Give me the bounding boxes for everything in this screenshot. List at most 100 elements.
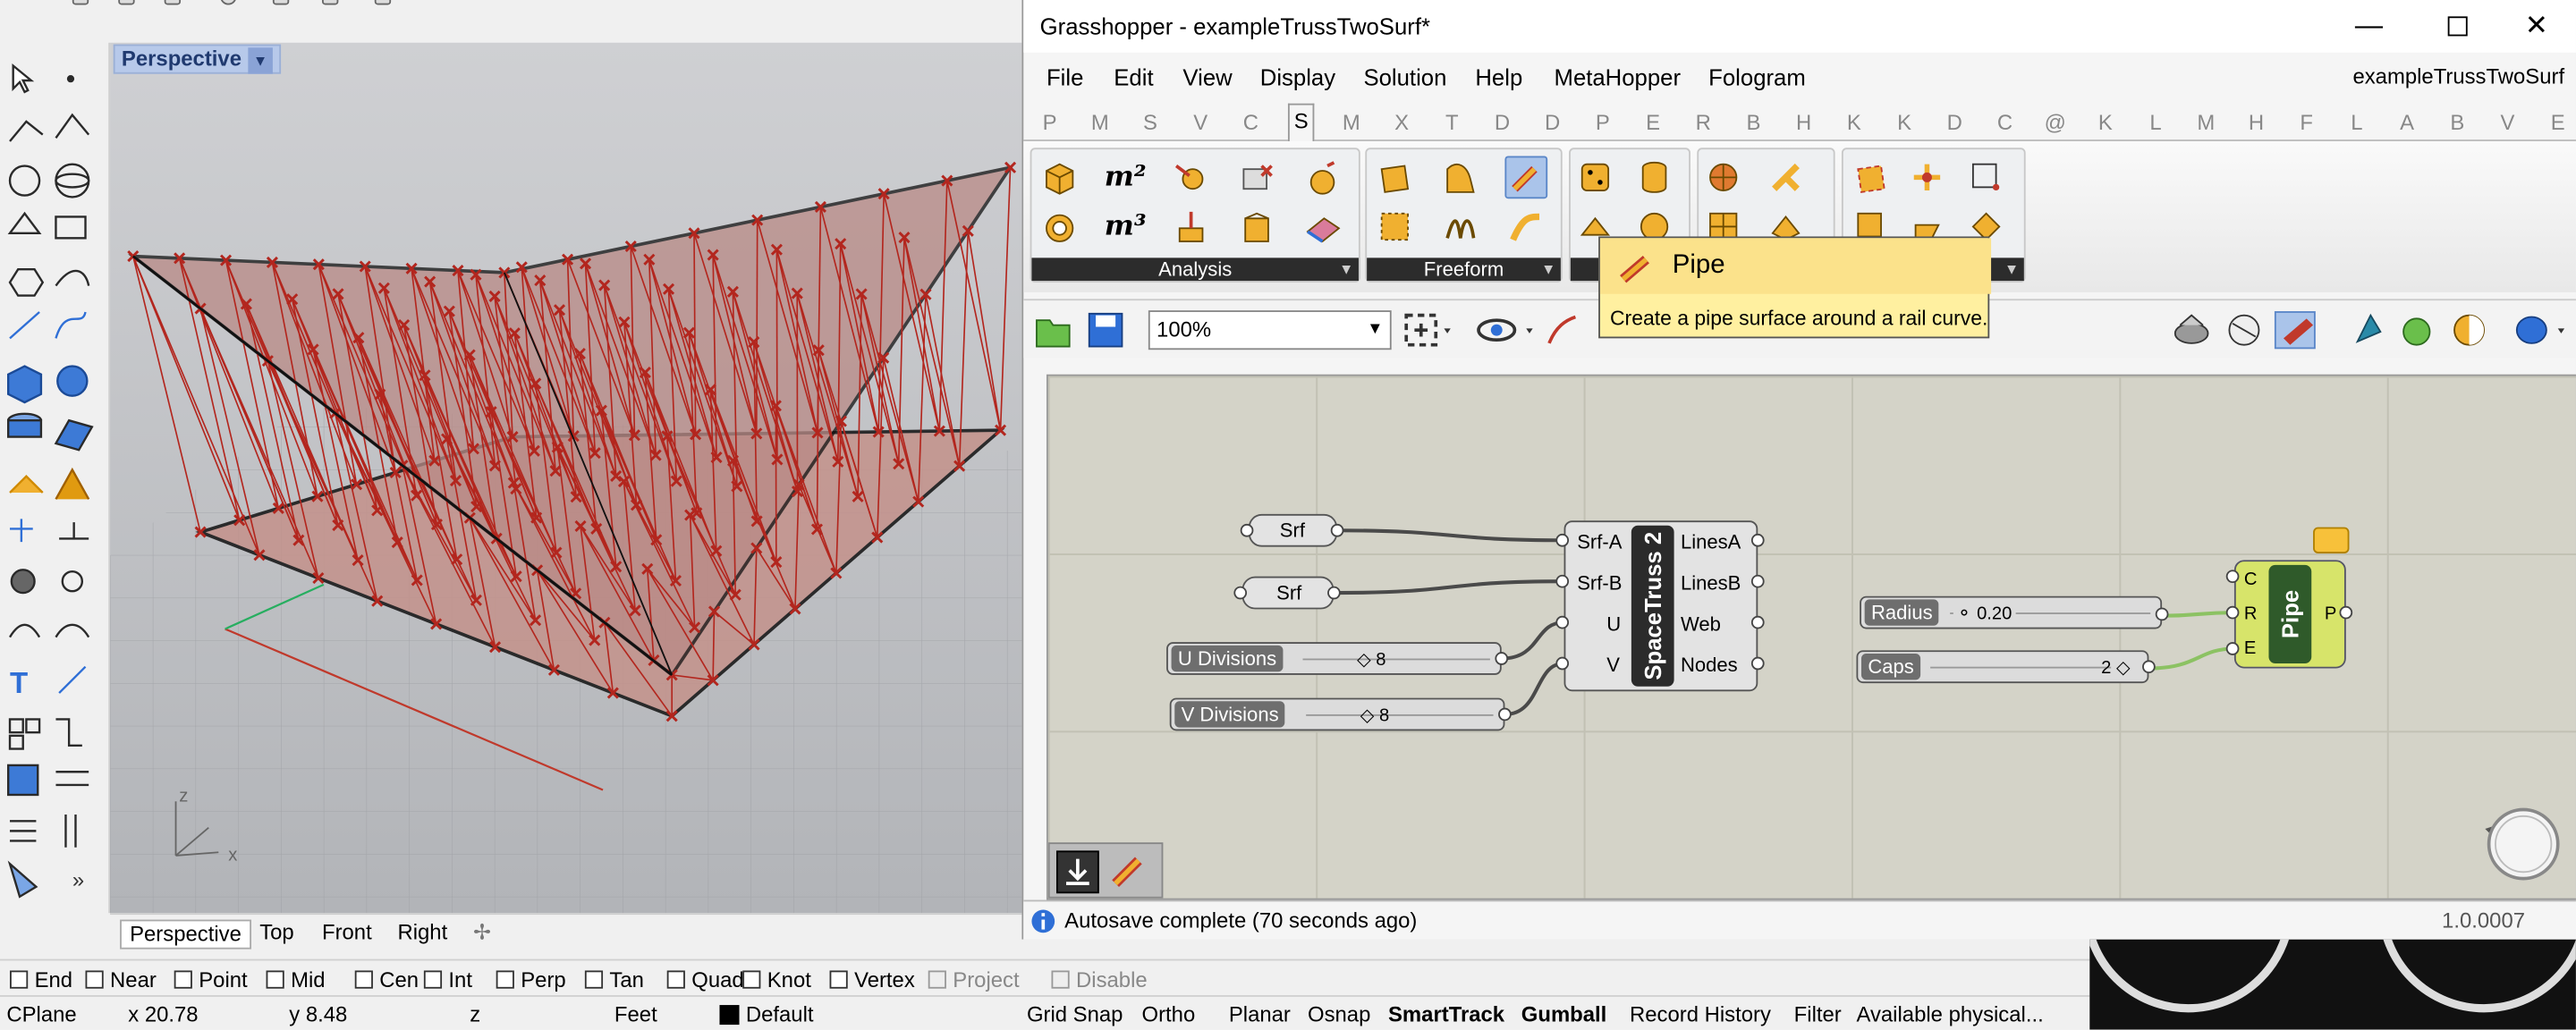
bounding-box-icon[interactable] (1965, 156, 2008, 198)
input-grip[interactable] (1555, 574, 1570, 588)
save-icon[interactable] (1086, 310, 1125, 358)
output-p[interactable]: P (2325, 604, 2336, 624)
brep-icon[interactable] (1235, 206, 1278, 249)
open-folder-icon[interactable] (1033, 310, 1072, 358)
output-lines-a[interactable]: LinesA (1681, 530, 1741, 553)
component-tab[interactable]: S (1137, 110, 1163, 135)
component-tab[interactable]: P (1589, 110, 1615, 135)
tab-front[interactable]: Front (314, 920, 380, 950)
checkbox[interactable] (666, 970, 685, 989)
tab-top[interactable]: Top (251, 920, 302, 950)
tab-perspective[interactable]: Perspective (120, 919, 251, 950)
ortho-toggle[interactable]: Ortho (1142, 1001, 1196, 1026)
checkbox[interactable] (85, 970, 104, 989)
input-srf-a[interactable]: Srf-A (1577, 530, 1622, 553)
osnap-mid[interactable]: Mid (266, 967, 326, 992)
input-c[interactable]: C (2244, 570, 2258, 589)
grid-snap-toggle[interactable]: Grid Snap (1027, 1001, 1123, 1026)
osnap-end[interactable]: End (10, 967, 72, 992)
document-name[interactable]: exampleTrussTwoSurf (2352, 64, 2564, 89)
component-tab[interactable]: V (1188, 110, 1214, 135)
pipe-icon[interactable] (1109, 850, 1152, 893)
output-grip[interactable] (1327, 586, 1341, 600)
toolbar-icon[interactable] (220, 0, 237, 5)
gumball-toggle[interactable]: Gumball (1521, 1001, 1607, 1026)
toolbar-icon[interactable] (118, 0, 135, 5)
rhino-viewport[interactable]: z x Perspective ▼ (110, 42, 1030, 914)
osnap-int[interactable]: Int (423, 967, 472, 992)
osnap-project[interactable]: Project (928, 967, 1020, 992)
component-tab[interactable]: S (1287, 103, 1315, 143)
viewport-title[interactable]: Perspective ▼ (113, 44, 281, 74)
checkbox[interactable] (584, 970, 604, 989)
smarttrack-toggle[interactable]: SmartTrack (1388, 1001, 1504, 1026)
output-grip[interactable] (2339, 605, 2353, 620)
srf-param-1[interactable]: Srf (1248, 513, 1338, 547)
toolbar-icon[interactable] (321, 0, 339, 5)
component-tab[interactable]: M (1338, 110, 1364, 135)
chevron-down-icon[interactable]: ▼ (248, 47, 273, 74)
srf-param-2[interactable]: Srf (1241, 576, 1335, 610)
output-grip[interactable] (1750, 615, 1765, 629)
input-grip[interactable] (1555, 656, 1570, 671)
input-grip[interactable] (2225, 605, 2240, 620)
sketch-icon[interactable] (1546, 310, 1579, 358)
spacetruss-component[interactable]: Srf-A Srf-B U V SpaceTruss 2 LinesA Line… (1563, 520, 1758, 692)
cplane-label[interactable]: CPlane (6, 1001, 76, 1026)
component-tab[interactable]: R (1690, 110, 1716, 135)
osnap-near[interactable]: Near (85, 967, 157, 992)
input-grip[interactable] (1555, 533, 1570, 547)
output-grip[interactable] (1495, 652, 1509, 665)
component-tab[interactable]: H (2243, 110, 2269, 135)
osnap-cen[interactable]: Cen (354, 967, 419, 992)
checkbox[interactable] (829, 970, 848, 989)
message-balloon-icon[interactable] (2313, 527, 2350, 553)
output-nodes[interactable]: Nodes (1681, 654, 1738, 677)
component-tab[interactable]: P (1037, 110, 1063, 135)
record-history-toggle[interactable]: Record History (1630, 1001, 1771, 1026)
menu-solution[interactable]: Solution (1363, 64, 1446, 90)
output-web[interactable]: Web (1681, 612, 1721, 636)
component-tab[interactable]: D (1942, 110, 1968, 135)
point-icon[interactable] (1301, 156, 1344, 198)
component-tab[interactable]: F (2293, 110, 2319, 135)
checkbox[interactable] (1051, 970, 1070, 989)
rhino-tool-icons[interactable]: T » (0, 43, 110, 913)
input-grip[interactable] (2225, 570, 2240, 584)
ribbon-label-freeform[interactable]: Freeform ▼ (1367, 258, 1561, 282)
slider-track[interactable] (1306, 713, 1494, 716)
frame-icon[interactable] (1170, 206, 1213, 249)
slider-value[interactable]: ◇ 8 (1360, 705, 1389, 726)
output-grip[interactable] (1750, 574, 1765, 588)
zoom-dropdown[interactable]: 100% ▼ (1148, 310, 1392, 350)
output-grip[interactable] (1498, 707, 1512, 722)
toolbar-icon[interactable] (72, 0, 89, 5)
component-tab[interactable]: K (2092, 110, 2118, 135)
input-grip[interactable] (2225, 642, 2240, 655)
close-icon[interactable]: ✕ (2499, 4, 2574, 49)
ribbon-label-analysis[interactable]: Analysis ▼ (1031, 258, 1359, 282)
component-tab[interactable]: L (2343, 110, 2369, 135)
toolbar-icon[interactable] (164, 0, 182, 5)
osnap-vertex[interactable]: Vertex (829, 967, 915, 992)
gh-title-bar[interactable]: Grasshopper - exampleTrussTwoSurf* — ✕ (1023, 0, 2576, 53)
surface-closest-icon[interactable] (1301, 206, 1344, 249)
volume-icon[interactable]: m³ (1104, 206, 1147, 249)
menu-help[interactable]: Help (1475, 64, 1522, 90)
pipe-component[interactable]: C R E Pipe P (2233, 560, 2346, 669)
component-tab[interactable]: A (2394, 110, 2419, 135)
download-icon[interactable] (1055, 850, 1099, 894)
slider-value[interactable]: ◇ 8 (1357, 648, 1385, 670)
menu-edit[interactable]: Edit (1114, 64, 1153, 90)
checkbox[interactable] (742, 970, 761, 989)
checkbox[interactable] (354, 970, 373, 989)
input-grip[interactable] (1240, 523, 1254, 537)
input-srf-b[interactable]: Srf-B (1577, 571, 1622, 595)
component-tab[interactable]: H (1791, 110, 1817, 135)
component-tab[interactable]: C (1238, 110, 1264, 135)
evaluate-icon[interactable] (1170, 156, 1213, 198)
component-tab[interactable]: K (1891, 110, 1917, 135)
output-lines-b[interactable]: LinesB (1681, 571, 1741, 595)
gh-canvas[interactable]: Srf Srf U Divisions ◇ 8 V Divisions ◇ 8 … (1046, 374, 2576, 900)
output-grip[interactable] (1330, 523, 1344, 537)
